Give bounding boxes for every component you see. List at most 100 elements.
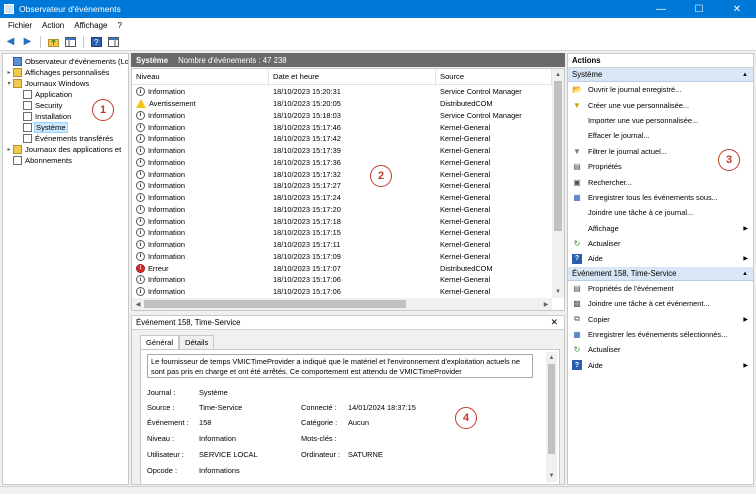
action-item[interactable]: ▩ Joindre une tâche à cet événement... [568, 296, 753, 311]
scroll-right-icon[interactable]: ▶ [540, 298, 552, 310]
folder-up-icon[interactable] [47, 35, 60, 48]
action-item[interactable]: ▣ Rechercher... [568, 174, 753, 189]
collapse-arrow-icon[interactable]: ▲ [742, 68, 748, 81]
show-pane-icon[interactable] [107, 35, 120, 48]
table-row[interactable]: i Information 18/10/2023 15:17:20 Kernel-Ge… [132, 204, 552, 216]
table-row[interactable]: i Information 18/10/2023 15:18:03 Service C… [132, 110, 552, 122]
table-row[interactable]: i Information 18/10/2023 15:17:06 Kernel-Ge… [132, 286, 552, 298]
find-icon: ▣ [573, 177, 581, 187]
action-item[interactable]: ⧉ Copier ▶ [568, 311, 753, 326]
table-row[interactable]: Avertissement 18/10/2023 15:20:05 Distribu… [132, 98, 552, 110]
action-item[interactable]: Joindre une tâche à ce journal... [568, 205, 753, 220]
table-row[interactable]: i Information 18/10/2023 15:17:24 Kernel-Ge… [132, 192, 552, 204]
close-button[interactable]: ✕ [718, 0, 756, 18]
table-row[interactable]: i Information 18/10/2023 15:17:39 Kernel-Ge… [132, 145, 552, 157]
table-row[interactable]: i Information 18/10/2023 15:17:15 Kernel-Ge… [132, 227, 552, 239]
action-item[interactable]: ▦ Enregistrer tous les événements sous... [568, 190, 753, 205]
actions-section-system[interactable]: Système ▲ [568, 68, 753, 82]
action-item[interactable]: 📂 Ouvrir le journal enregistré... [568, 82, 753, 97]
action-item[interactable]: ? Aide ▶ [568, 358, 753, 373]
menu-file[interactable]: Fichier [3, 21, 37, 30]
tree-item-security[interactable]: Security [23, 100, 62, 111]
scroll-up-icon[interactable]: ▲ [552, 69, 564, 81]
expand-arrow-icon[interactable]: ▸ [5, 69, 13, 76]
collapse-arrow-icon[interactable]: ▾ [5, 80, 13, 87]
table-row[interactable]: i Information 18/10/2023 15:20:31 Service C… [132, 86, 552, 98]
tree-item-forwarded-events[interactable]: Événements transférés [23, 133, 113, 144]
back-arrow-icon[interactable]: ◀ [4, 35, 17, 48]
action-item[interactable]: Importer une vue personnalisée... [568, 113, 753, 128]
table-row[interactable]: i Information 18/10/2023 15:17:46 Kernel-Ge… [132, 121, 552, 133]
value-category[interactable]: Aucun [348, 418, 369, 427]
cell-source: Service Control Manager [440, 110, 522, 120]
annotation-badge-1: 1 [92, 99, 114, 121]
scroll-thumb[interactable] [548, 364, 555, 454]
tree-item-custom-views[interactable]: ▸ Affichages personnalisés [5, 67, 109, 78]
action-item[interactable]: Effacer le journal... [568, 128, 753, 143]
value-connected[interactable]: 14/01/2024 18:37:15 [348, 403, 416, 412]
table-row[interactable]: i Information 18/10/2023 15:17:18 Kernel-Ge… [132, 215, 552, 227]
value-computer[interactable]: SATURNE [348, 450, 383, 459]
table-row[interactable]: i Information 18/10/2023 15:17:36 Kernel-Ge… [132, 157, 552, 169]
expand-arrow-icon[interactable]: ▸ [5, 146, 13, 153]
table-row[interactable]: i Information 18/10/2023 15:17:27 Kernel-Ge… [132, 180, 552, 192]
tree-item-root[interactable]: Observateur d'événements (Loc [5, 56, 128, 67]
tree-item-subscriptions[interactable]: Abonnements [5, 155, 72, 166]
action-item[interactable]: ▼ Créer une vue personnalisée... [568, 97, 753, 112]
action-item[interactable]: ? Aide ▶ [568, 251, 753, 266]
help-icon[interactable]: ? [90, 35, 103, 48]
forward-arrow-icon[interactable]: ▶ [21, 35, 34, 48]
scroll-thumb[interactable] [144, 300, 406, 308]
scroll-left-icon[interactable]: ◀ [132, 298, 144, 310]
value-source[interactable]: Time-Service [199, 403, 242, 412]
column-header-level[interactable]: Niveau [132, 69, 269, 85]
table-row[interactable]: i Information 18/10/2023 15:17:42 Kernel-Ge… [132, 133, 552, 145]
action-label: Enregistrer tous les événements sous... [588, 192, 718, 202]
menu-view[interactable]: Affichage [69, 21, 112, 30]
action-item[interactable]: Affichage ▶ [568, 221, 753, 236]
maximize-button[interactable]: ☐ [680, 0, 718, 18]
tree-item-application[interactable]: Application [23, 89, 72, 100]
table-row[interactable]: i Information 18/10/2023 15:17:09 Kernel-Ge… [132, 251, 552, 263]
scroll-thumb[interactable] [554, 81, 562, 231]
value-level[interactable]: Information [199, 434, 236, 443]
value-user[interactable]: SERVICE LOCAL [199, 450, 258, 459]
table-row[interactable]: ! Erreur 18/10/2023 15:17:07 DistributedCOM [132, 262, 552, 274]
action-item[interactable]: ▤ Propriétés de l'événement [568, 281, 753, 296]
action-item[interactable]: ↻ Actualiser [568, 342, 753, 357]
event-description[interactable]: Le fournisseur de temps VMICTimeProvider… [147, 354, 533, 378]
detail-scrollbar[interactable]: ▲ ▼ [546, 352, 557, 482]
close-detail-icon[interactable]: ✕ [550, 317, 558, 328]
action-item[interactable]: ▦ Enregistrer les événements sélectionnés… [568, 327, 753, 342]
tab-details[interactable]: Détails [179, 335, 215, 349]
cell-date: 18/10/2023 15:20:31 [273, 87, 341, 97]
tree-item-windows-logs[interactable]: ▾ Journaux Windows [5, 78, 89, 89]
column-header-date[interactable]: Date et heure [269, 69, 436, 85]
menu-action[interactable]: Action [37, 21, 69, 30]
minimize-button[interactable]: — [642, 0, 680, 18]
collapse-arrow-icon[interactable]: ▲ [742, 267, 748, 280]
folder-icon [13, 79, 22, 88]
table-row[interactable]: i Information 18/10/2023 15:17:32 Kernel-Ge… [132, 168, 552, 180]
scroll-down-icon[interactable]: ▼ [546, 470, 557, 482]
menu-help[interactable]: ? [112, 21, 126, 30]
table-row[interactable]: i Information 18/10/2023 15:17:11 Kernel-Ge… [132, 239, 552, 251]
value-event[interactable]: 158 [199, 418, 211, 427]
action-label: Affichage [588, 223, 619, 233]
value-journal[interactable]: Système [199, 388, 228, 397]
horizontal-scrollbar[interactable]: ◀ ▶ [132, 298, 552, 310]
column-header-source[interactable]: Source [436, 69, 552, 85]
value-opcode[interactable]: Informations [199, 466, 240, 475]
vertical-scrollbar[interactable]: ▲ ▼ [552, 69, 564, 298]
scroll-up-icon[interactable]: ▲ [546, 352, 557, 364]
table-row[interactable]: i Information 18/10/2023 15:17:06 Kernel-Ge… [132, 274, 552, 286]
tree-item-system[interactable]: Système [23, 122, 68, 133]
action-item[interactable]: ↻ Actualiser [568, 236, 753, 251]
info-icon: i [136, 193, 145, 203]
tab-general[interactable]: Général [140, 335, 180, 349]
tree-item-installation[interactable]: Installation [23, 111, 71, 122]
scroll-down-icon[interactable]: ▼ [552, 286, 564, 298]
actions-section-event[interactable]: Événement 158, Time-Service ▲ [568, 266, 753, 281]
tree-item-app-services-logs[interactable]: ▸ Journaux des applications et [5, 144, 121, 155]
console-tree-icon[interactable] [64, 35, 77, 48]
